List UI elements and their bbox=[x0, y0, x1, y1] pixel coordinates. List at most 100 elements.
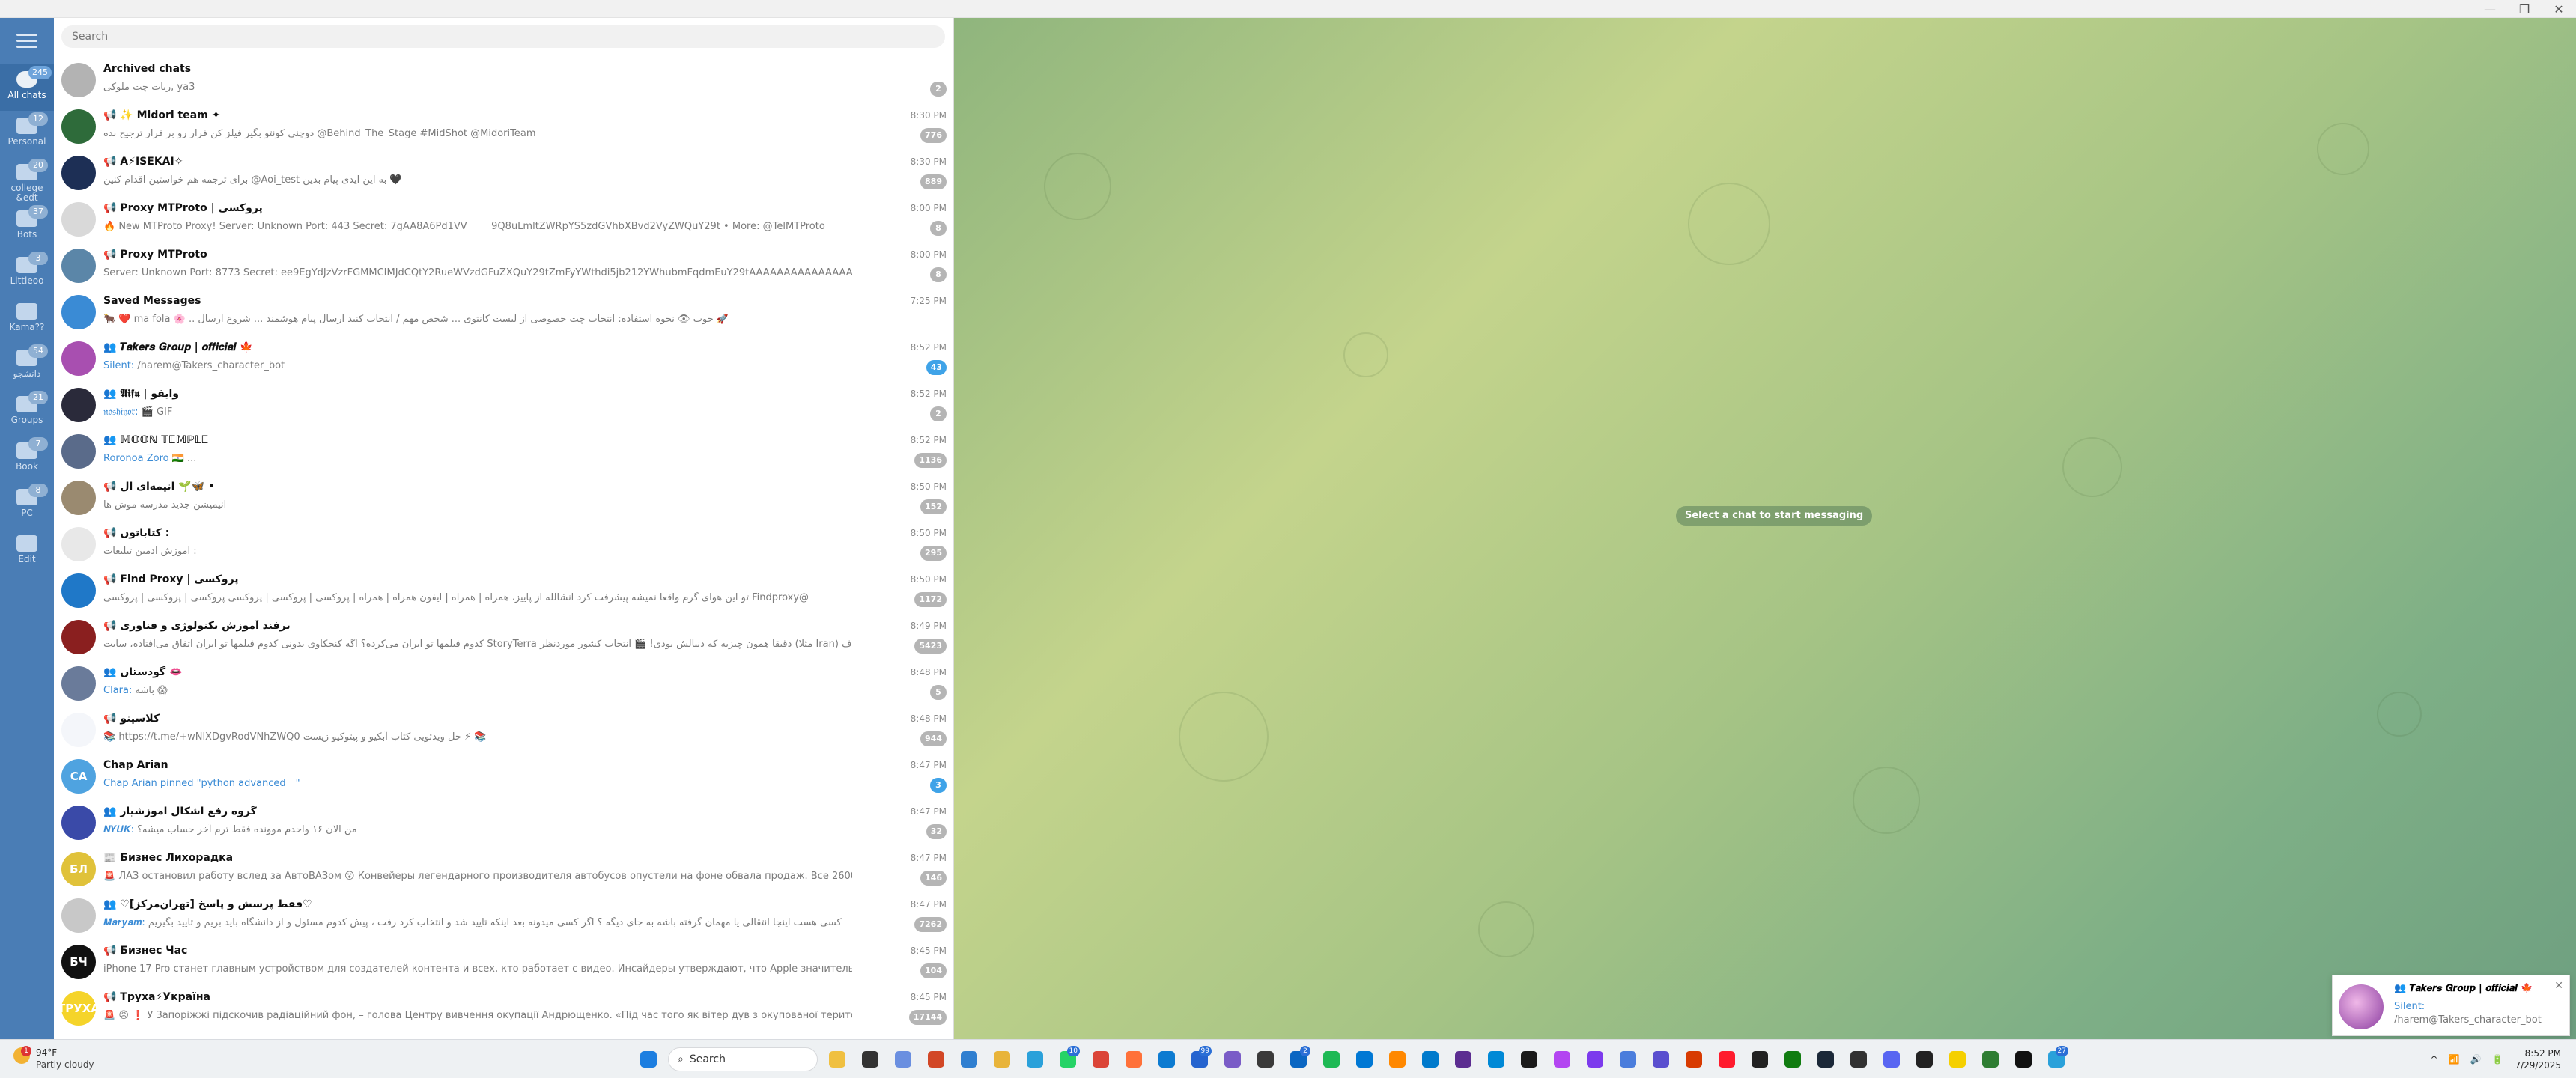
copilot-icon[interactable] bbox=[890, 1046, 917, 1073]
show-hidden-icons-icon[interactable]: ^ bbox=[2431, 1054, 2438, 1065]
cmd-icon[interactable] bbox=[2010, 1046, 2037, 1073]
telegram-icon[interactable] bbox=[1021, 1046, 1048, 1073]
store-icon[interactable] bbox=[956, 1046, 982, 1073]
clock[interactable]: 8:52 PM 7/29/2025 bbox=[2515, 1047, 2561, 1071]
windows-start-icon[interactable] bbox=[635, 1046, 662, 1073]
whatsapp-icon[interactable]: 10 bbox=[1054, 1046, 1081, 1073]
battery-icon[interactable]: 🔋 bbox=[2492, 1054, 2503, 1065]
chat-row[interactable]: 📢 ترفند آموزش تکنولوژی و فناوری کدوم فیلم… bbox=[54, 614, 954, 660]
chat-row[interactable]: 📢 کلاسینو 📚 https://t.me/+wNlXDgvRodVNhZW… bbox=[54, 707, 954, 753]
folder-7[interactable]: 21 Groups bbox=[0, 389, 54, 436]
chat-row[interactable]: 📢 Find Proxy | پروکسی تو این هوای گرم واق… bbox=[54, 567, 954, 614]
mail-client-icon[interactable] bbox=[1647, 1046, 1674, 1073]
app-dark-icon[interactable] bbox=[1911, 1046, 1938, 1073]
chat-row[interactable]: 👥 گودستان 👄 Clara: باشه 😱 8:48 PM 5 bbox=[54, 660, 954, 707]
chat-time: 8:00 PM bbox=[910, 249, 947, 260]
media-icon[interactable] bbox=[1680, 1046, 1707, 1073]
wifi-icon[interactable]: 📶 bbox=[2449, 1054, 2460, 1065]
folder-1[interactable]: 12 Personal bbox=[0, 111, 54, 157]
close-button[interactable]: ✕ bbox=[2542, 0, 2576, 18]
snipping-icon[interactable] bbox=[1219, 1046, 1246, 1073]
chat-row[interactable]: 📢 A⚡ISEKAI✧ برای ترجمه هم خواستین اقدام ک… bbox=[54, 150, 954, 196]
notes-yellow-icon[interactable] bbox=[1944, 1046, 1971, 1073]
telegram-active-icon[interactable]: 27 bbox=[2043, 1046, 2070, 1073]
chat-preview-sender: Clara: bbox=[103, 685, 133, 696]
menu-icon[interactable] bbox=[16, 30, 37, 51]
chat-row[interactable]: 👥 ♡فقط پرسش و پاسخ [تهران‌مرکز]♡ 𝑴𝒂𝒓𝒚𝒂𝒎: … bbox=[54, 892, 954, 939]
app-green-icon[interactable] bbox=[1977, 1046, 2004, 1073]
chat-title: 📢 کلاسینو bbox=[103, 713, 160, 725]
unread-badge: 776 bbox=[920, 128, 947, 143]
avatar-initials: БЛ bbox=[70, 862, 88, 876]
close-icon[interactable]: ✕ bbox=[2554, 980, 2563, 992]
notification-toast[interactable]: 👥 𝑻𝒂𝒌𝒆𝒓𝒔 𝑮𝒓𝒐𝒖𝒑 | 𝒐𝒇𝒇𝒊𝒄𝒊𝒂𝒍 🍁 Silent: /har… bbox=[2332, 975, 2570, 1036]
search-input[interactable] bbox=[61, 25, 945, 48]
chat-time: 8:47 PM bbox=[910, 806, 947, 817]
chrome-icon[interactable] bbox=[1087, 1046, 1114, 1073]
vscode-icon[interactable] bbox=[1417, 1046, 1444, 1073]
folder-icon[interactable] bbox=[988, 1046, 1015, 1073]
firefox-icon[interactable] bbox=[1120, 1046, 1147, 1073]
chat-row[interactable]: 📢 Proxy MTProto | پروکسی 🔥 New MTProto Pr… bbox=[54, 196, 954, 243]
opera-icon[interactable] bbox=[1713, 1046, 1740, 1073]
chat-row[interactable]: Saved Messages 🐂 ❤️ ma fola 🌸 .. خوب 👁 نح… bbox=[54, 289, 954, 335]
maximize-button[interactable]: ❐ bbox=[2507, 0, 2542, 18]
office-icon[interactable] bbox=[923, 1046, 950, 1073]
chat-row[interactable]: CA Chap Arian Chap Arian pinned "python ad… bbox=[54, 753, 954, 800]
search-icon: ⌕ bbox=[678, 1053, 684, 1065]
folder-3[interactable]: 37 Bots bbox=[0, 204, 54, 250]
calculator-icon[interactable] bbox=[1252, 1046, 1279, 1073]
file-explorer-icon[interactable] bbox=[824, 1046, 851, 1073]
obsidian-icon[interactable] bbox=[1582, 1046, 1609, 1073]
phpstorm-icon[interactable] bbox=[1549, 1046, 1576, 1073]
xbox-icon[interactable] bbox=[1779, 1046, 1806, 1073]
mail-icon[interactable] bbox=[1351, 1046, 1378, 1073]
pycharm-icon[interactable] bbox=[1516, 1046, 1543, 1073]
chat-time: 8:00 PM bbox=[910, 203, 947, 213]
chat-row[interactable]: Archived chats ربات چت ملوکی, ya3 2 bbox=[54, 57, 954, 103]
unread-badge: 1136 bbox=[914, 453, 947, 468]
chat-row[interactable]: 📢 کتاباتون : آموزش ادمین تبلیغات : 8:50 PM… bbox=[54, 521, 954, 567]
folder-9[interactable]: 8 PC bbox=[0, 482, 54, 529]
discord-icon[interactable] bbox=[1878, 1046, 1905, 1073]
edge-icon[interactable] bbox=[1153, 1046, 1180, 1073]
chat-preview-text: ربات چت ملوکی, ya3 bbox=[103, 82, 195, 93]
chat-row[interactable]: 👥 𝕬𝖎𝖋𝖚 | وایفو 𝔫𝔬𝔰𝔥𝔦𝔶𝔬𝔯: 🎬 GIF 8:52 PM 2 bbox=[54, 382, 954, 428]
volume-icon[interactable]: 🔊 bbox=[2470, 1054, 2482, 1065]
folder-6[interactable]: 54 دانشجو bbox=[0, 343, 54, 389]
todo-icon[interactable]: 99 bbox=[1186, 1046, 1213, 1073]
chat-row[interactable]: 👥 𝕄𝕆𝕆ℕ 𝕋𝔼𝕄ℙ𝕃𝔼 Roronoa Zoro 🇮🇳 ... 8:52 PM 1… bbox=[54, 428, 954, 475]
chat-time: 8:47 PM bbox=[910, 853, 947, 863]
chat-row[interactable]: 📢 Proxy MTProto Server: Unknown Port: 877… bbox=[54, 243, 954, 289]
chat-row[interactable]: 👥 𝑻𝒂𝒌𝒆𝒓𝒔 𝑮𝒓𝒐𝒖𝒑 | 𝒐𝒇𝒇𝒊𝒄𝒊𝒂𝒍 🍁 Silent: /hare… bbox=[54, 335, 954, 382]
chat-row[interactable]: ТРУХА 📢 Труха⚡Україна 🚨 😡 ❗ У Запоріжжі пі… bbox=[54, 985, 954, 1032]
epic-icon[interactable] bbox=[1845, 1046, 1872, 1073]
folder-8[interactable]: 7 Book bbox=[0, 436, 54, 482]
spotify-icon[interactable] bbox=[1318, 1046, 1345, 1073]
chat-row[interactable]: 👥 گروه رفع اشکال آموزشیار 𝑵𝒀𝑼𝑲: من الان ۱… bbox=[54, 800, 954, 846]
chat-time: 7:25 PM bbox=[910, 296, 947, 306]
notes-icon[interactable] bbox=[1746, 1046, 1773, 1073]
linkedin-icon[interactable]: 2 bbox=[1285, 1046, 1312, 1073]
folder-0[interactable]: 245 All chats bbox=[0, 64, 54, 111]
minimize-button[interactable]: — bbox=[2473, 0, 2507, 18]
folder-10[interactable]: Edit bbox=[0, 529, 54, 575]
folder-5[interactable]: Kama?? bbox=[0, 296, 54, 343]
folder-2[interactable]: 20 college &edt bbox=[0, 157, 54, 204]
taskbar-search[interactable]: ⌕ Search bbox=[668, 1047, 818, 1071]
chat-row[interactable]: БЛ 📰 Бизнес Лихорадка 🚨 ЛАЗ остановил рабо… bbox=[54, 846, 954, 892]
chat-row[interactable]: 📢 انیمه‌ای ال 🌱🦋 • انیمیشن جدید مدرسه موش… bbox=[54, 475, 954, 521]
terminal-icon[interactable] bbox=[857, 1046, 884, 1073]
folder-unread-badge: 7 bbox=[28, 437, 48, 451]
vlc-icon[interactable] bbox=[1384, 1046, 1411, 1073]
chat-row[interactable]: БЧ 📢 Бизнес Час iPhone 17 Pro станет главн… bbox=[54, 939, 954, 985]
azure-icon[interactable] bbox=[1483, 1046, 1510, 1073]
folder-4[interactable]: 3 Littleoo bbox=[0, 250, 54, 296]
unread-badge: 295 bbox=[920, 546, 947, 561]
steam-icon[interactable] bbox=[1812, 1046, 1839, 1073]
visual-studio-icon[interactable] bbox=[1450, 1046, 1477, 1073]
chat-row[interactable]: 📢 ✨ Midori team ✦ دوچنی کونتو بگیر فیلز ک… bbox=[54, 103, 954, 150]
maps-icon[interactable] bbox=[1614, 1046, 1641, 1073]
folder-label: Book bbox=[16, 461, 38, 472]
weather-widget[interactable]: 1 94°F Partly cloudy bbox=[10, 1046, 138, 1073]
